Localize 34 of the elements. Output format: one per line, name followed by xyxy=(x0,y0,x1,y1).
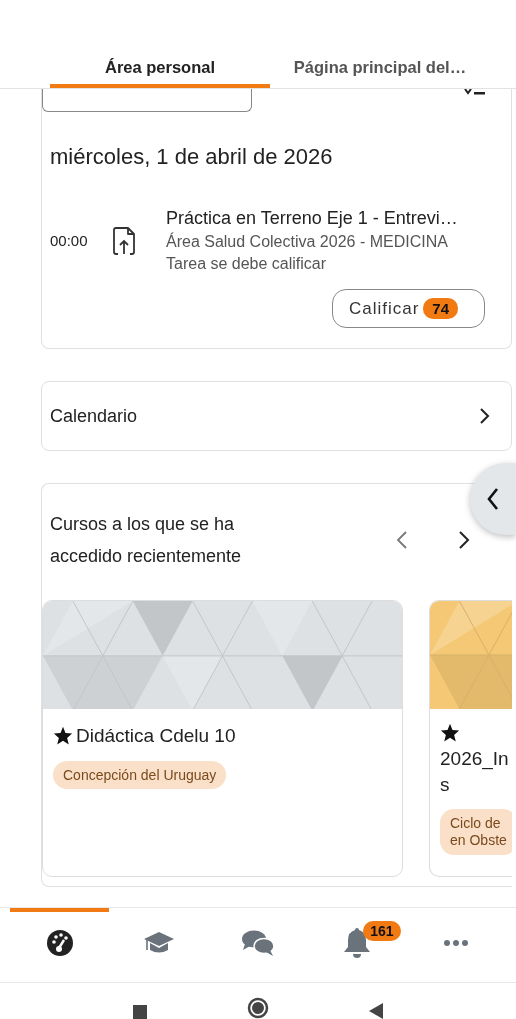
course-name[interactable]: Didáctica Cdelu 10 xyxy=(76,723,236,749)
next-icon[interactable] xyxy=(458,530,470,550)
course-card[interactable]: Didáctica Cdelu 10 Concepción del Uruguay xyxy=(42,600,403,877)
back-icon[interactable] xyxy=(369,1003,383,1019)
section-title: Cursos a los que se ha accedido recientemente xyxy=(50,513,243,568)
course-name[interactable]: 2026_In s xyxy=(440,746,509,798)
gauge-icon xyxy=(45,929,74,957)
home-icon[interactable] xyxy=(247,997,269,1019)
course-card[interactable]: 2026_In s Ciclo de en Obste xyxy=(429,600,512,877)
chevron-left-icon xyxy=(486,487,500,511)
event-course: Área Salud Colectiva 2026 - MEDICINA xyxy=(166,233,449,251)
drawer-handle[interactable] xyxy=(470,463,516,535)
event-title-link[interactable]: Práctica en Terreno Eje 1 - Entrevi… xyxy=(166,208,458,229)
tab[interactable]: Página principal del… xyxy=(270,56,490,88)
category-tag: Concepción del Uruguay xyxy=(53,760,227,790)
event-time: 00:00 xyxy=(50,232,89,249)
count-badge: 74 xyxy=(423,298,458,319)
category-tag: Ciclo de en Obste xyxy=(440,809,512,855)
date-heading: miércoles, 1 de abril de 2026 xyxy=(50,144,334,170)
event-status: Tarea se debe calificar xyxy=(166,255,328,273)
calendar-link[interactable]: Calendario xyxy=(41,381,512,451)
file-upload-icon xyxy=(112,225,136,256)
notifications-tab[interactable]: 161 xyxy=(307,908,407,982)
sort-icon[interactable] xyxy=(463,89,485,95)
filter-dropdown[interactable] xyxy=(42,89,252,112)
chat-bubbles-icon xyxy=(241,929,275,957)
chevron-right-icon xyxy=(479,407,491,425)
previous-icon[interactable] xyxy=(396,530,408,550)
star-icon[interactable] xyxy=(440,723,460,742)
bell-icon xyxy=(343,927,372,959)
more-icon xyxy=(443,939,470,947)
star-icon[interactable] xyxy=(53,726,73,746)
notification-count: 161 xyxy=(363,921,401,941)
grade-button[interactable]: Calificar 74 xyxy=(331,289,485,328)
